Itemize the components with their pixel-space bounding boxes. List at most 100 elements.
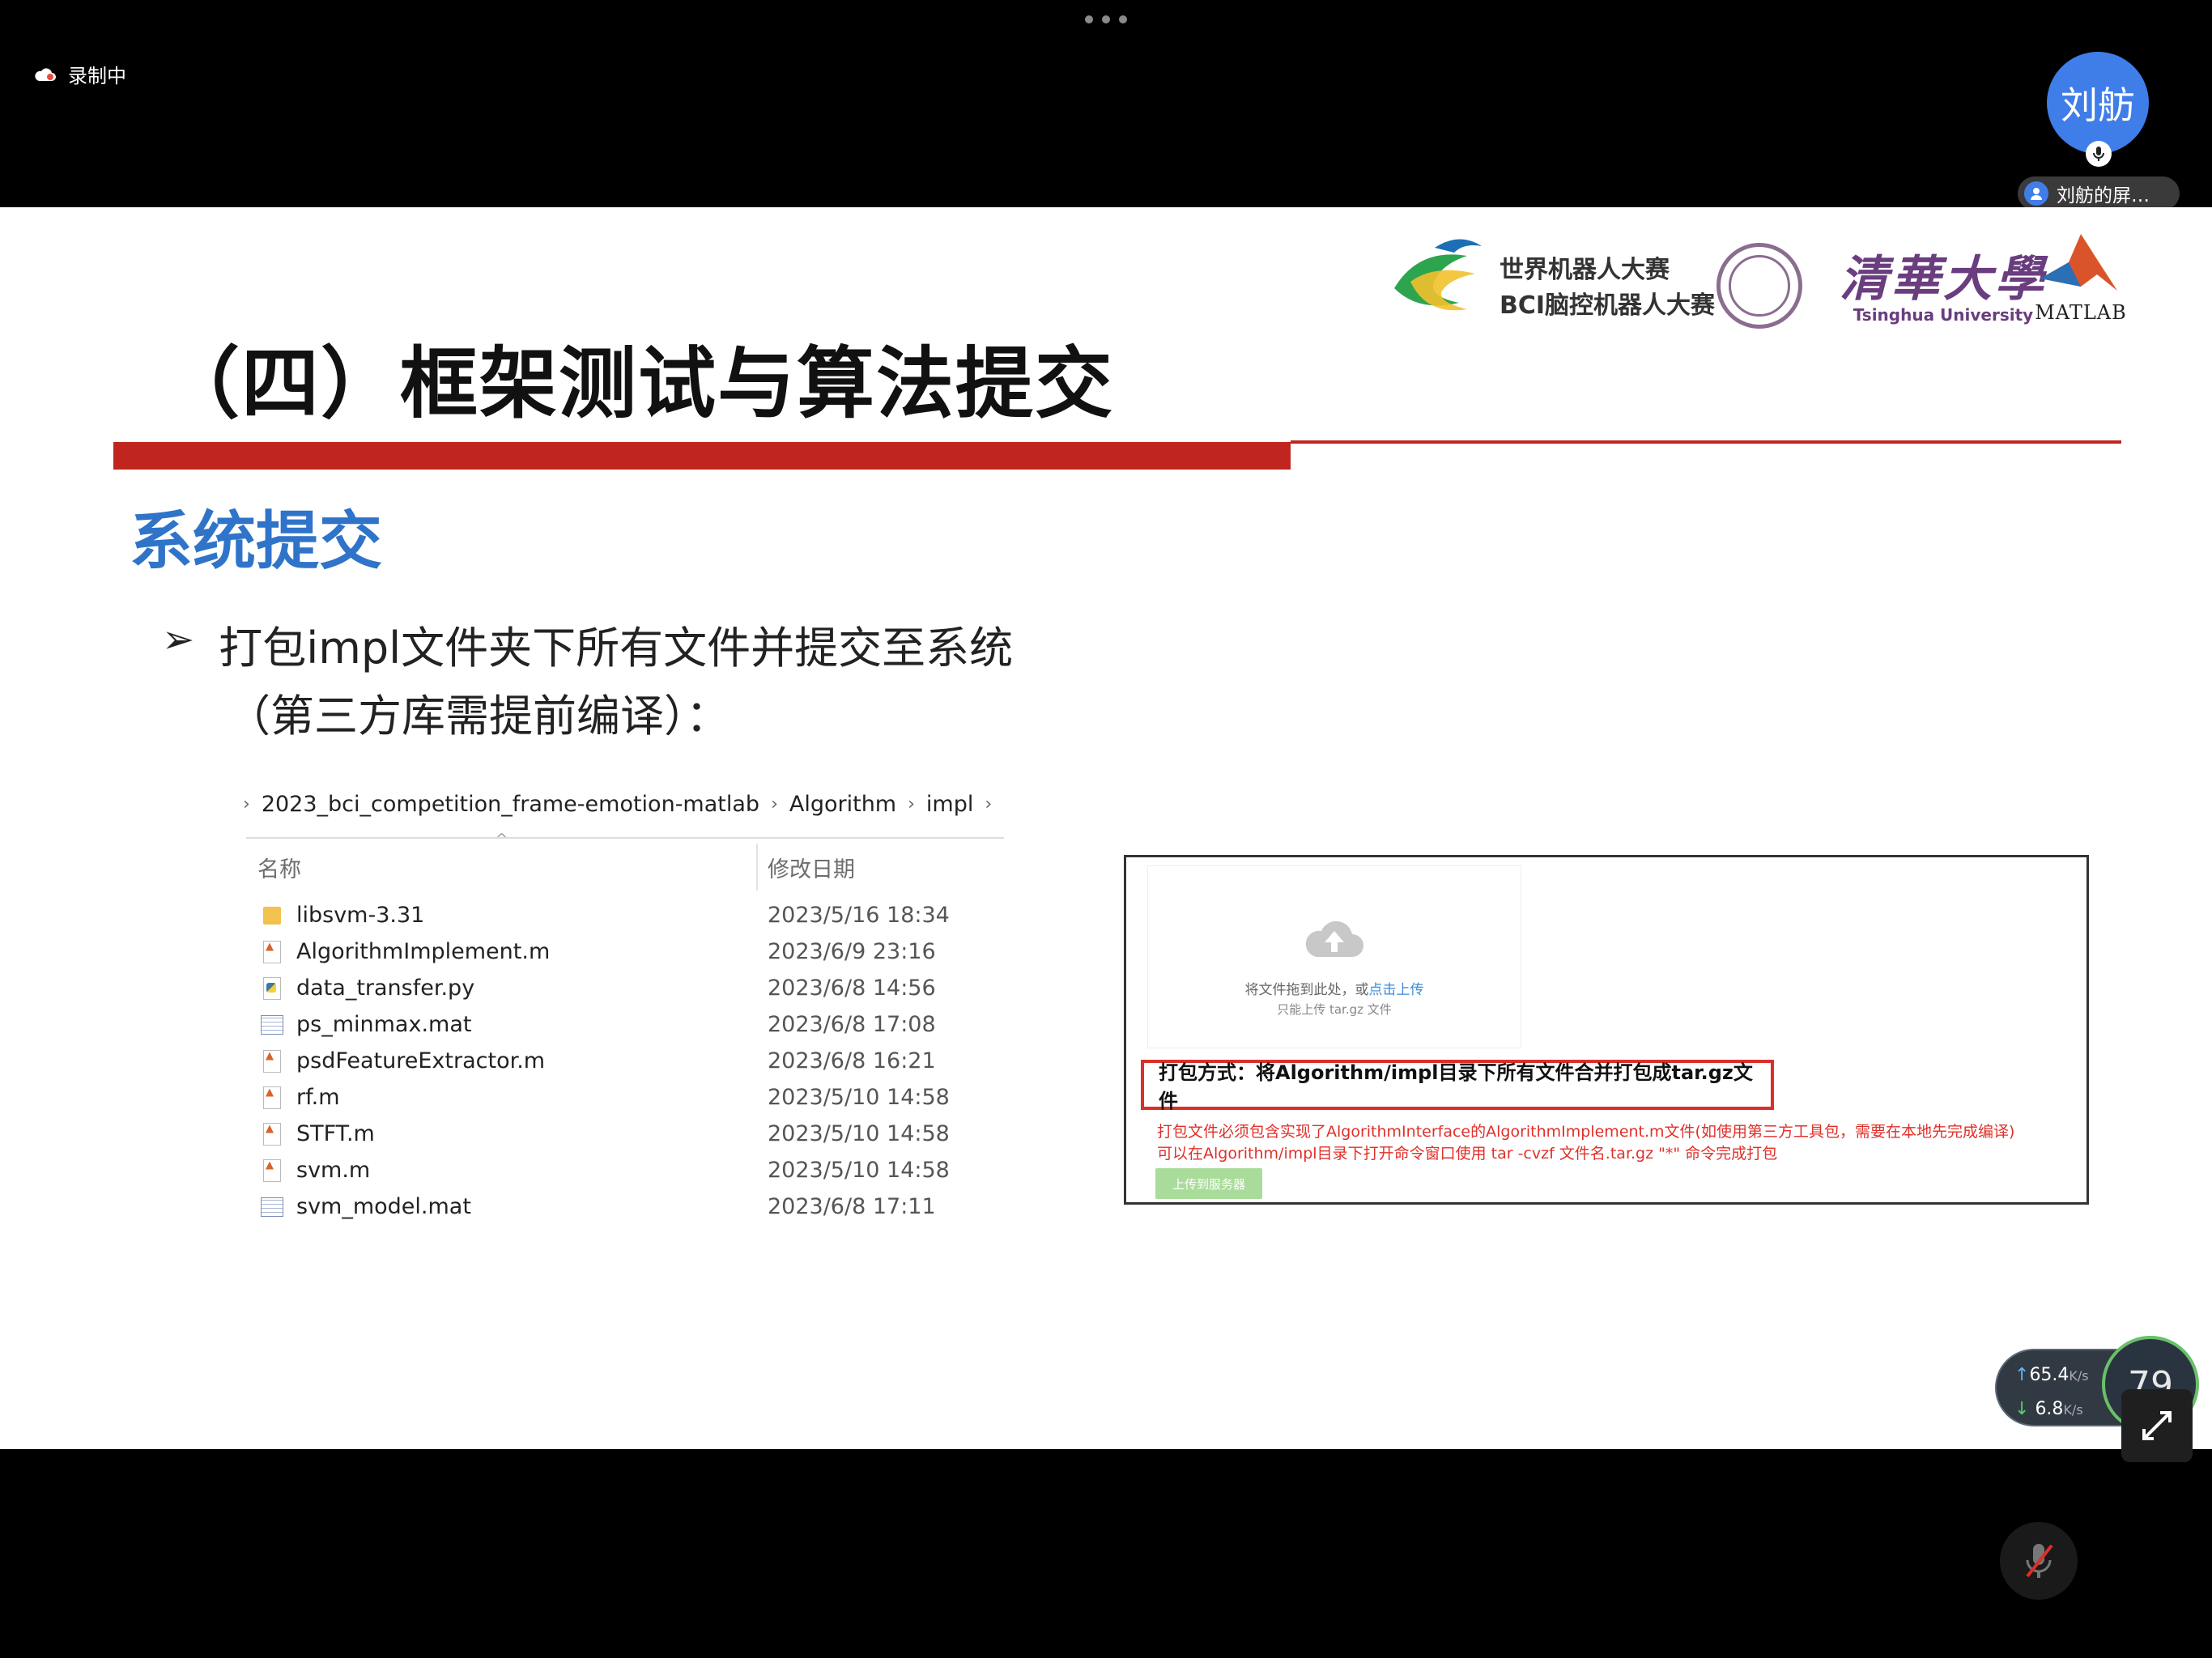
file-row[interactable]: svm.m 2023/5/10 14:58 (261, 1152, 989, 1188)
upload-speed: ↑65.4K/s (2014, 1365, 2089, 1385)
breadcrumb-item[interactable]: Algorithm (789, 792, 896, 817)
file-dropzone[interactable]: 将文件拖到此处，或点击上传 只能上传 tar.gz 文件 (1147, 865, 1521, 1048)
arrow-bullet-icon: ➢ (162, 617, 195, 662)
tsinghua-cn: 清華大學 (1840, 251, 2047, 308)
more-options-icon[interactable] (1085, 13, 1127, 26)
click-upload-link[interactable]: 点击上传 (1369, 982, 1424, 998)
file-row[interactable]: data_transfer.py 2023/6/8 14:56 (261, 970, 989, 1006)
user-icon (2024, 181, 2048, 206)
expand-button[interactable] (2121, 1389, 2193, 1462)
participant-avatar[interactable]: 刘舫 (2047, 52, 2149, 154)
chevron-right-icon: › (243, 794, 250, 814)
slide-title: （四）框架测试与算法提交 (162, 338, 1114, 429)
arrow-down-icon: ↓ (2014, 1399, 2030, 1419)
pack-note-line1: 打包文件必须包含实现了AlgorithmInterface的AlgorithmI… (1157, 1123, 2015, 1141)
speed-unit: K/s (2063, 1402, 2083, 1418)
upload-speed-value: 65.4 (2029, 1365, 2069, 1385)
cloud-icon (35, 67, 56, 81)
expand-icon (2142, 1411, 2172, 1440)
pack-note: 打包文件必须包含实现了AlgorithmInterface的AlgorithmI… (1157, 1121, 2014, 1165)
dropzone-prompt: 将文件拖到此处，或 (1244, 982, 1369, 998)
mute-microphone-button[interactable] (2000, 1522, 2078, 1600)
file-row[interactable]: svm_model.mat 2023/6/8 17:11 (261, 1188, 989, 1225)
file-date: 2023/6/9 23:16 (768, 939, 936, 964)
tsinghua-en: Tsinghua University (1853, 305, 2034, 325)
file-row[interactable]: psdFeatureExtractor.m 2023/6/8 16:21 (261, 1043, 989, 1079)
speed-unit: K/s (2069, 1368, 2089, 1384)
tsinghua-logo: 清華大學 Tsinghua University (1840, 240, 2047, 325)
breadcrumb-item[interactable]: impl (926, 792, 973, 817)
mat-file-icon (261, 1195, 283, 1219)
folder-icon (261, 903, 283, 928)
matlab-logo: MATLAB (2032, 230, 2129, 324)
matlab-file-icon (261, 1122, 283, 1146)
bullet-item: ➢ 打包impl文件夹下所有文件并提交至系统 (162, 612, 1013, 676)
chevron-right-icon: › (985, 794, 993, 814)
python-file-icon (261, 976, 283, 1001)
recording-indicator: 录制中 (32, 60, 126, 88)
share-label: 刘舫的屏… (2057, 185, 2150, 206)
pack-instruction: 打包方式：将Algorithm/impl目录下所有文件合并打包成tar.gz文件 (1141, 1060, 1774, 1112)
file-date: 2023/5/10 14:58 (768, 1158, 950, 1183)
file-date: 2023/5/10 14:58 (768, 1085, 950, 1110)
bullet-text-continuation: （第三方库需提前编译）： (227, 691, 730, 742)
matlab-wordmark: MATLAB (2035, 301, 2127, 324)
chevron-right-icon: › (771, 794, 778, 814)
column-header-name[interactable]: 名称 (257, 852, 301, 883)
bullet-text: 打包impl文件夹下所有文件并提交至系统 (219, 623, 1014, 674)
file-row[interactable]: STFT.m 2023/5/10 14:58 (261, 1116, 989, 1152)
title-underline (113, 442, 1291, 470)
file-date: 2023/5/10 14:58 (768, 1121, 950, 1146)
chevron-right-icon: › (908, 794, 915, 814)
column-divider[interactable] (756, 844, 758, 891)
file-row[interactable]: ps_minmax.mat 2023/6/8 17:08 (261, 1006, 989, 1043)
matlab-file-icon (261, 1049, 283, 1073)
dropzone-text: 将文件拖到此处，或点击上传 (1148, 978, 1521, 998)
wrc-line1: 世界机器人大赛 (1499, 256, 1670, 284)
wrc-line2: BCI脑控机器人大赛 (1499, 291, 1716, 320)
file-name: data_transfer.py (296, 976, 475, 1001)
file-name: STFT.m (296, 1121, 375, 1146)
file-row[interactable]: libsvm-3.31 2023/5/16 18:34 (261, 897, 989, 933)
microphone-muted-icon (2026, 1544, 2053, 1578)
title-underline-thin (1291, 440, 2121, 444)
file-date: 2023/6/8 14:56 (768, 976, 936, 1001)
upload-panel: 将文件拖到此处，或点击上传 只能上传 tar.gz 文件 打包方式：将Algor… (1124, 855, 2089, 1205)
wrc-logo-text: 世界机器人大赛 BCI脑控机器人大赛 (1499, 253, 1715, 324)
file-name: ps_minmax.mat (296, 1012, 472, 1037)
breadcrumb: › 2023_bci_competition_frame-emotion-mat… (243, 792, 992, 817)
breadcrumb-item[interactable]: 2023_bci_competition_frame-emotion-matla… (262, 792, 759, 817)
file-name: rf.m (296, 1085, 340, 1110)
file-date: 2023/5/16 18:34 (768, 903, 950, 928)
cloud-upload-icon (1305, 920, 1363, 957)
presentation-slide: 世界机器人大赛 BCI脑控机器人大赛 清華大學 Tsinghua Univers… (0, 207, 2212, 1449)
file-name: psdFeatureExtractor.m (296, 1048, 546, 1073)
arrow-up-icon: ↑ (2014, 1365, 2030, 1385)
file-name: svm_model.mat (296, 1194, 471, 1219)
download-speed: ↓ 6.8K/s (2014, 1399, 2083, 1419)
matlab-file-icon (261, 940, 283, 964)
university-seal-icon (1716, 243, 1802, 329)
file-date: 2023/6/8 17:08 (768, 1012, 936, 1037)
column-header-date[interactable]: 修改日期 (768, 852, 855, 883)
header-divider (246, 837, 1004, 839)
file-row[interactable]: rf.m 2023/5/10 14:58 (261, 1079, 989, 1116)
recording-label: 录制中 (68, 65, 126, 87)
file-row[interactable]: AlgorithmImplement.m 2023/6/9 23:16 (261, 933, 989, 970)
file-name: libsvm-3.31 (296, 903, 425, 928)
sort-up-icon: ^ (496, 831, 508, 848)
file-date: 2023/6/8 17:11 (768, 1194, 936, 1219)
matlab-membrane-icon (2040, 234, 2117, 291)
upload-to-server-button[interactable]: 上传到服务器 (1155, 1168, 1262, 1199)
matlab-file-icon (261, 1158, 283, 1183)
section-heading: 系统提交 (130, 505, 383, 578)
pack-note-line2: 可以在Algorithm/impl目录下打开命令窗口使用 tar -cvzf 文… (1157, 1145, 1778, 1163)
microphone-icon (2086, 141, 2112, 167)
screen-share-pill[interactable]: 刘舫的屏… (2018, 176, 2180, 210)
file-date: 2023/6/8 16:21 (768, 1048, 936, 1073)
dropzone-hint: 只能上传 tar.gz 文件 (1277, 1002, 1392, 1017)
mat-file-icon (261, 1013, 283, 1037)
wrc-logo-icon (1394, 239, 1482, 311)
file-name: AlgorithmImplement.m (296, 939, 551, 964)
download-speed-value: 6.8 (2035, 1399, 2064, 1419)
